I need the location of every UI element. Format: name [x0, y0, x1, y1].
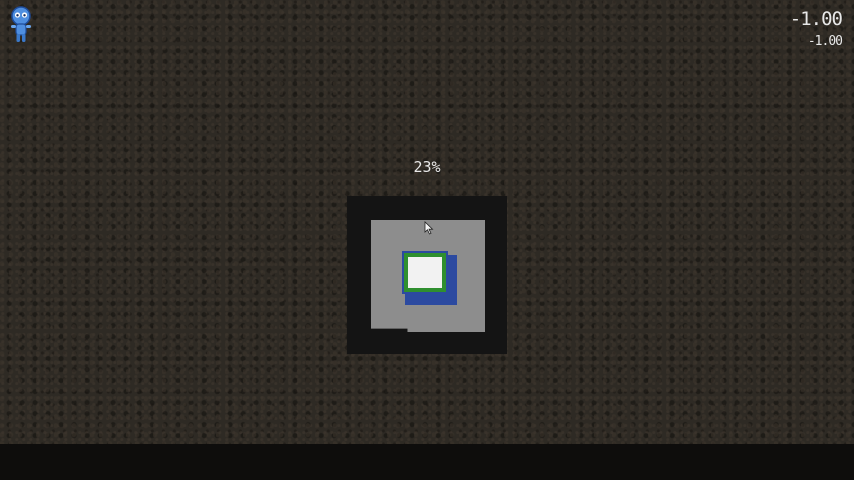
- game-viewport[interactable]: -1.00 -1.00 23%: [0, 0, 854, 444]
- minimap: [347, 196, 507, 354]
- mouse-cursor-icon: [424, 221, 434, 235]
- bottom-bar: [0, 444, 854, 480]
- alien-character-icon: [8, 6, 34, 44]
- player-marker: [402, 251, 448, 294]
- player-marker-inner: [408, 257, 442, 288]
- time-sub-readout: -1.00: [807, 34, 843, 49]
- time-readout: -1.00: [789, 8, 843, 30]
- loading-progress-label: 23%: [413, 158, 441, 176]
